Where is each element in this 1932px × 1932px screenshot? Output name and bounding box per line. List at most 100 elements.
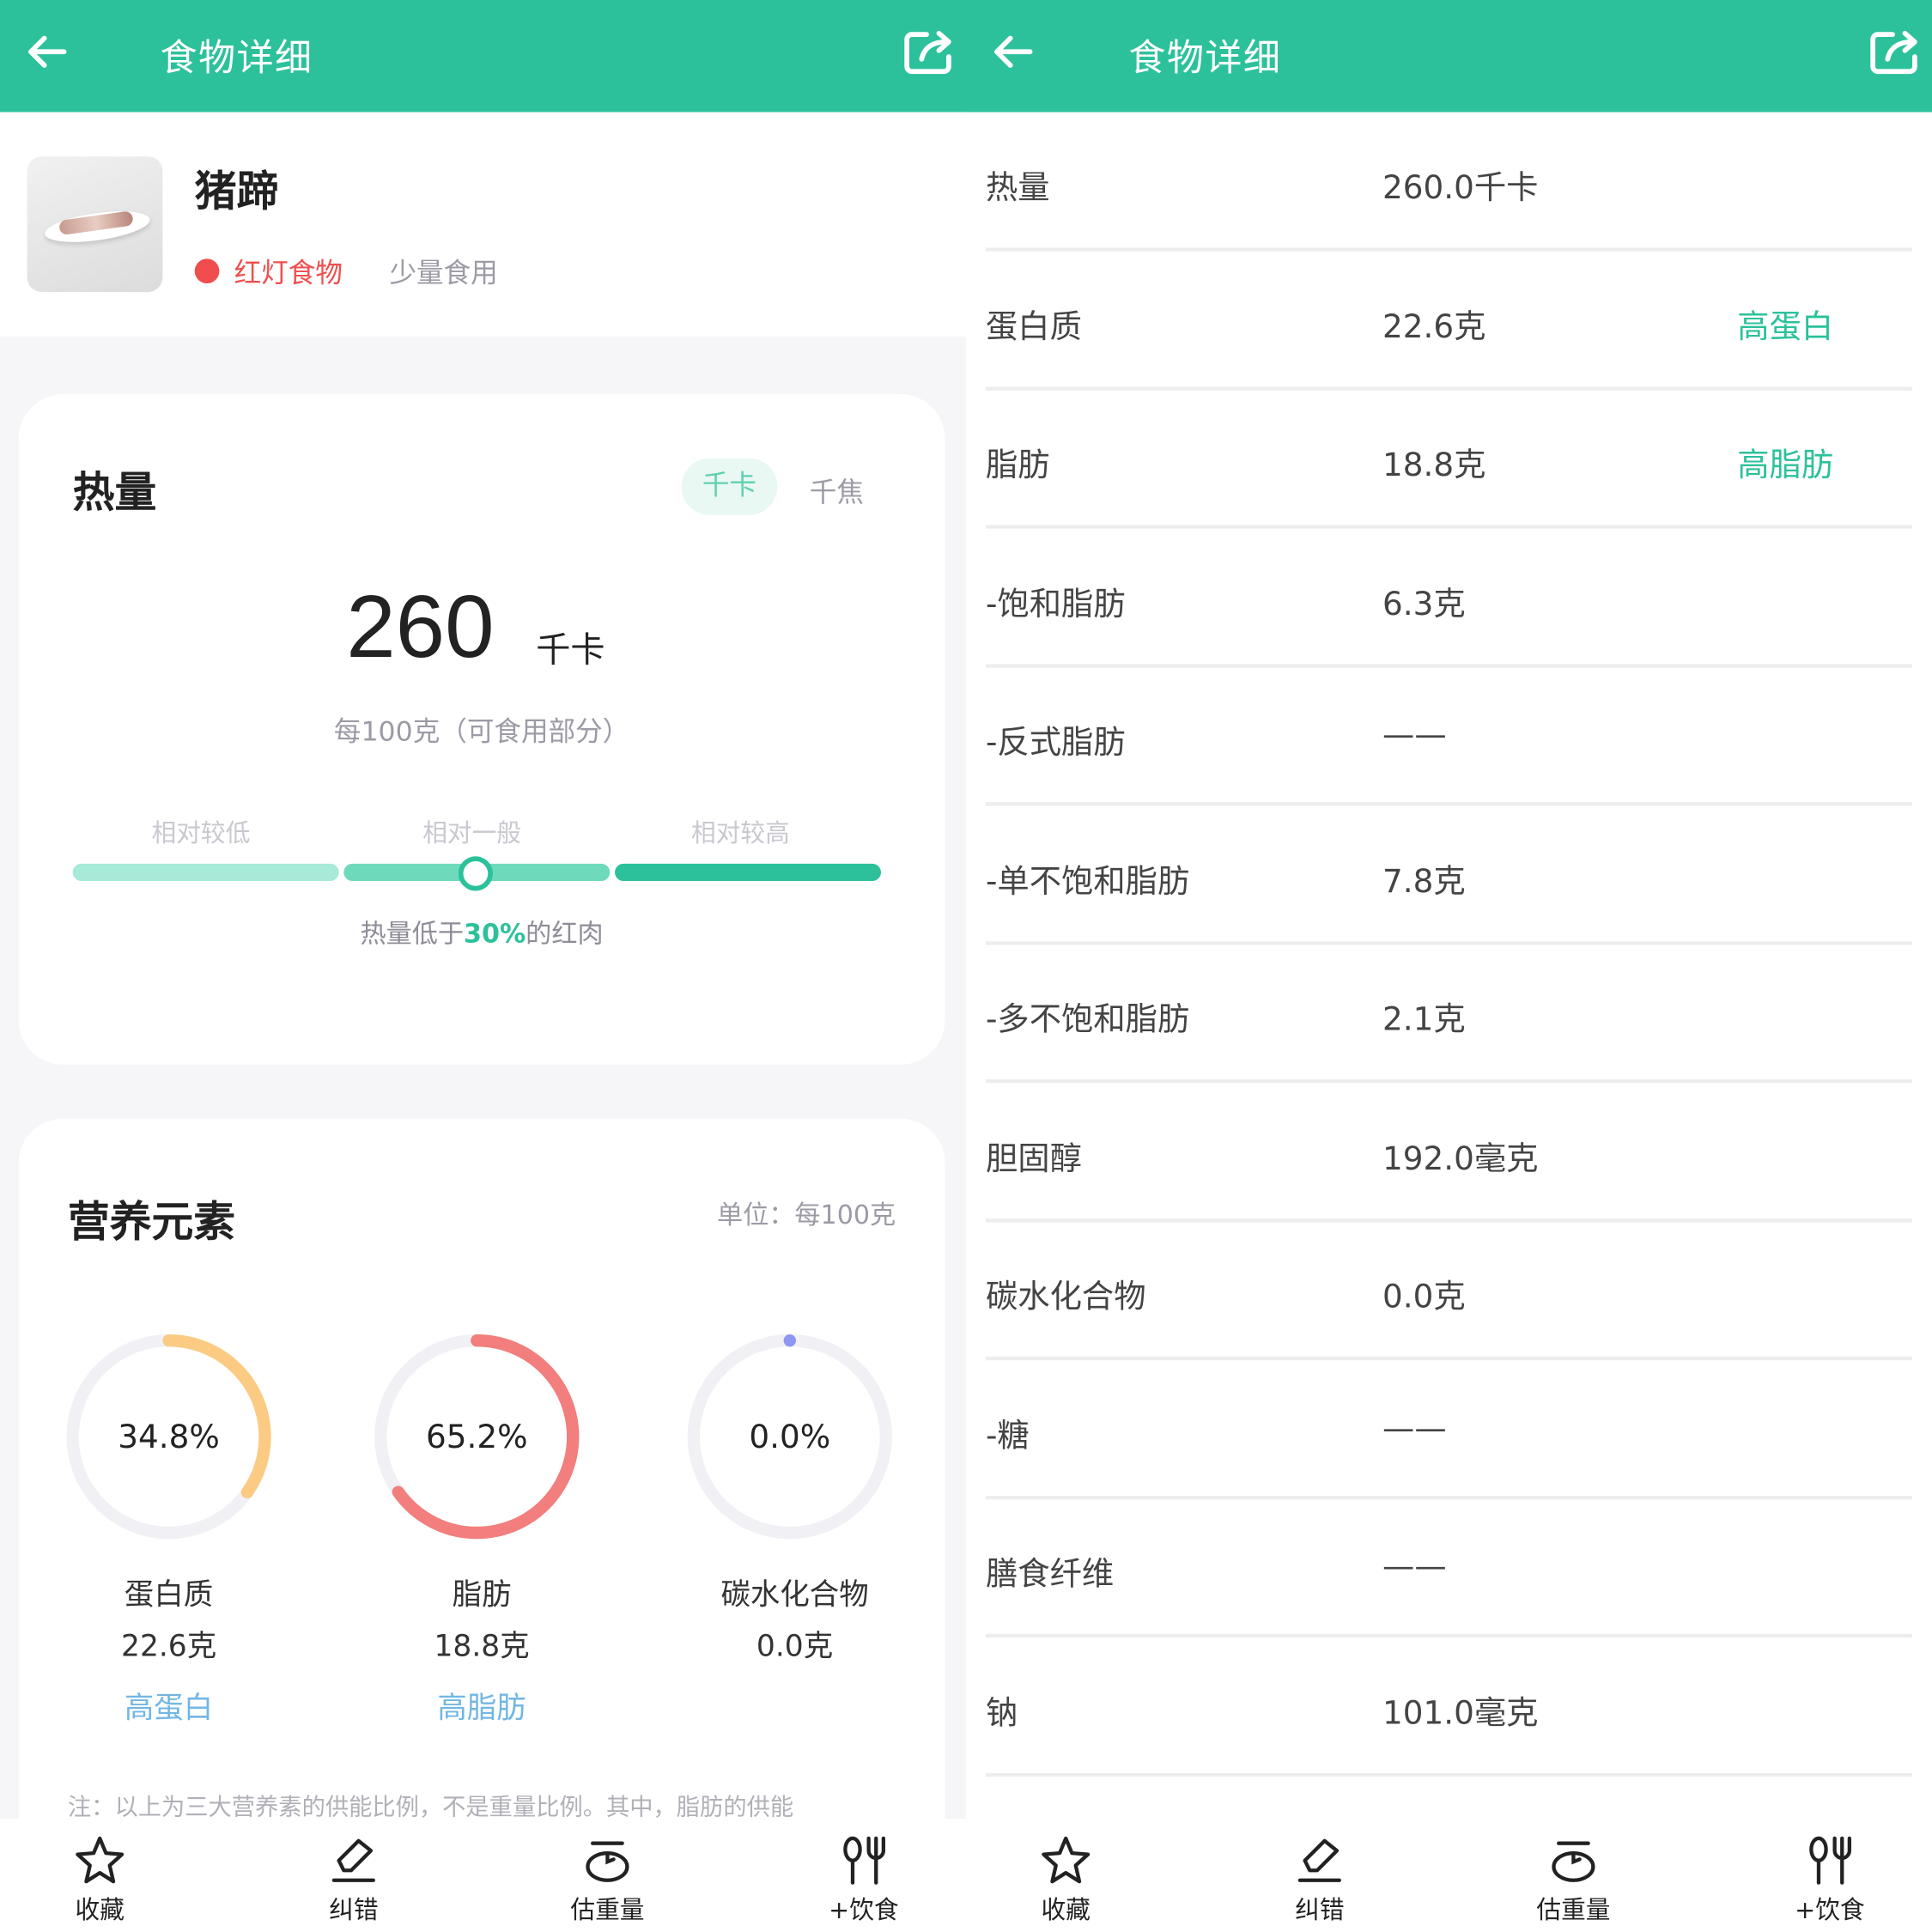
nav-label: 纠错 bbox=[1295, 1894, 1345, 1925]
nutrient-value: —— bbox=[1382, 1410, 1447, 1448]
nutrient-name: 碳水化合物 bbox=[985, 1279, 1146, 1316]
table-row: -多不饱和脂肪 2.1克 bbox=[985, 945, 1913, 1084]
share-icon[interactable] bbox=[900, 25, 959, 79]
fat-name: 脂肪 bbox=[452, 1577, 512, 1612]
carb-name: 碳水化合物 bbox=[720, 1577, 869, 1612]
energy-title: 热量 bbox=[72, 468, 157, 518]
protein-tag[interactable]: 高蛋白 bbox=[46, 1683, 292, 1726]
table-row: 膳食纤维 —— bbox=[985, 1499, 1913, 1638]
nav-correct[interactable]: 纠错 bbox=[286, 1833, 422, 1932]
table-row: -反式脂肪 —— bbox=[985, 668, 1913, 806]
nutrient-name: 脂肪 bbox=[985, 447, 1050, 484]
nav-correct[interactable]: 纠错 bbox=[1252, 1833, 1388, 1932]
level-bar-low bbox=[72, 863, 339, 881]
protein-value: 22.6克 bbox=[121, 1629, 217, 1664]
energy-value: 260 bbox=[346, 577, 495, 677]
nutrient-name: 蛋白质 bbox=[985, 308, 1082, 346]
nutrient-tag[interactable]: 高蛋白 bbox=[1737, 301, 1833, 347]
bottom-nav: 收藏 纠错 估重量 +饮食 bbox=[0, 1818, 967, 1932]
fat-percent: 65.2% bbox=[426, 1419, 528, 1457]
scale-icon bbox=[1552, 1841, 1595, 1882]
level-bar-high bbox=[615, 863, 881, 881]
level-low-label: 相对较低 bbox=[151, 817, 251, 848]
nav-label: +饮食 bbox=[1795, 1894, 1865, 1925]
star-icon bbox=[1042, 1836, 1091, 1884]
energy-card: 热量 千卡 千焦 260 千卡 每100克（可食用部分） 相对较低 相对一般 相… bbox=[18, 394, 945, 1065]
nutrient-name: 钠 bbox=[985, 1694, 1018, 1732]
table-row: -糖 —— bbox=[985, 1361, 1913, 1499]
food-summary-panel: 食物详细 猪蹄 红灯食物 少量食用 热量 千卡 千焦 260 千卡 每100克（… bbox=[0, 0, 967, 1932]
top-bar: 食物详细 bbox=[966, 0, 1932, 112]
nutrient-name: 热量 bbox=[985, 170, 1050, 208]
edit-icon bbox=[331, 1838, 375, 1882]
nutrient-value: —— bbox=[1382, 1548, 1447, 1586]
nutrients-title: 营养元素 bbox=[67, 1197, 236, 1248]
nutrient-value: 260.0千卡 bbox=[1382, 170, 1539, 208]
table-row: 钠 101.0毫克 bbox=[985, 1638, 1913, 1777]
nav-label: +饮食 bbox=[829, 1894, 899, 1925]
nutrient-value: 7.8克 bbox=[1382, 863, 1466, 901]
arrow-left-icon[interactable] bbox=[22, 27, 71, 76]
level-high-label: 相对较高 bbox=[691, 817, 790, 848]
unit-kj-tab[interactable]: 千焦 bbox=[810, 471, 864, 510]
level-mid-label: 相对一般 bbox=[422, 817, 521, 848]
share-icon[interactable] bbox=[1866, 25, 1925, 79]
level-marker bbox=[458, 856, 493, 891]
nav-label: 收藏 bbox=[1041, 1894, 1091, 1925]
fork-knife-icon bbox=[1809, 1836, 1852, 1885]
table-row: 脂肪 18.8克 高脂肪 bbox=[985, 391, 1913, 529]
nutrient-value: 22.6克 bbox=[1382, 308, 1486, 346]
light-label: 红灯食物 bbox=[234, 258, 343, 290]
fork-knife-icon bbox=[843, 1836, 886, 1885]
nutrient-tag[interactable]: 高脂肪 bbox=[1737, 440, 1833, 485]
nav-label: 收藏 bbox=[75, 1894, 125, 1925]
food-name: 猪蹄 bbox=[194, 167, 279, 217]
top-bar: 食物详细 bbox=[0, 0, 967, 112]
nutrient-name: -单不饱和脂肪 bbox=[985, 863, 1190, 901]
fat-tag[interactable]: 高脂肪 bbox=[359, 1683, 605, 1726]
nav-label: 纠错 bbox=[329, 1894, 379, 1925]
carb-dot bbox=[783, 1334, 796, 1347]
nav-favorite[interactable]: 收藏 bbox=[32, 1833, 167, 1932]
nutrient-value: 18.8克 bbox=[1382, 447, 1486, 484]
table-row: 碳水化合物 0.0克 bbox=[985, 1222, 1913, 1361]
carb-value: 0.0克 bbox=[756, 1629, 834, 1664]
nutrient-name: 膳食纤维 bbox=[985, 1556, 1115, 1594]
per-serving-note: 每100克（可食用部分） bbox=[333, 717, 630, 749]
nutrient-value: 0.0克 bbox=[1382, 1279, 1466, 1316]
food-header bbox=[0, 112, 967, 337]
unit-kcal-tab[interactable]: 千卡 bbox=[681, 458, 778, 515]
nav-estimate-weight[interactable]: 估重量 bbox=[1506, 1833, 1642, 1932]
energy-unit: 千卡 bbox=[536, 629, 605, 671]
star-icon bbox=[76, 1836, 125, 1884]
advice-text: 少量食用 bbox=[389, 258, 498, 290]
table-row: 胆固醇 192.0毫克 bbox=[985, 1084, 1913, 1222]
nav-label: 估重量 bbox=[570, 1894, 645, 1925]
nutrient-name: -多不饱和脂肪 bbox=[985, 1001, 1190, 1039]
energy-compare: 热量低于30%的红肉 bbox=[360, 919, 604, 949]
nutrient-value: 101.0毫克 bbox=[1382, 1694, 1539, 1732]
nutrient-name: 胆固醇 bbox=[985, 1140, 1082, 1178]
table-row: 热量 260.0千卡 bbox=[985, 113, 1913, 252]
red-light-dot-icon bbox=[194, 258, 220, 284]
nutrient-name: -糖 bbox=[985, 1417, 1030, 1455]
arrow-left-icon[interactable] bbox=[988, 27, 1037, 76]
page-title: 食物详细 bbox=[1128, 37, 1282, 81]
footnote: 注：以上为三大营养素的供能比例，不是重量比例。其中，脂肪的供能 bbox=[67, 1794, 794, 1821]
unit-note: 单位：每100克 bbox=[717, 1200, 896, 1230]
nav-label: 估重量 bbox=[1536, 1894, 1611, 1925]
fat-value: 18.8克 bbox=[434, 1629, 530, 1664]
nutrient-value: 2.1克 bbox=[1382, 1001, 1466, 1039]
bottom-nav: 收藏 纠错 估重量 +饮食 bbox=[966, 1818, 1932, 1932]
page-title: 食物详细 bbox=[160, 37, 313, 81]
table-row: -单不饱和脂肪 7.8克 bbox=[985, 806, 1913, 945]
nav-add-diet[interactable]: +饮食 bbox=[796, 1833, 932, 1932]
nav-favorite[interactable]: 收藏 bbox=[998, 1833, 1133, 1932]
nutrients-card: 营养元素 单位：每100克 34.8% 65.2% 0.0% 蛋白质 22.6克… bbox=[18, 1118, 945, 1932]
nav-estimate-weight[interactable]: 估重量 bbox=[540, 1833, 676, 1932]
protein-percent: 34.8% bbox=[118, 1419, 220, 1457]
edit-icon bbox=[1297, 1838, 1341, 1882]
carb-percent: 0.0% bbox=[749, 1419, 831, 1457]
nav-add-diet[interactable]: +饮食 bbox=[1762, 1833, 1898, 1932]
nutrient-value: 192.0毫克 bbox=[1382, 1140, 1539, 1178]
